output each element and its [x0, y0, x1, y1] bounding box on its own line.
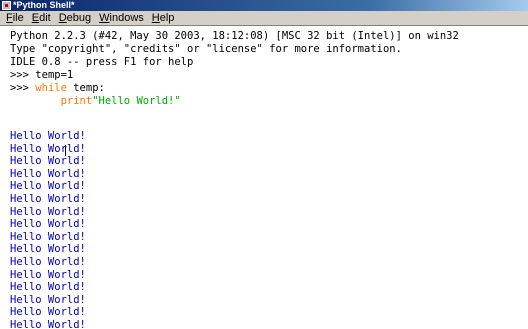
menu-edit[interactable]: Edit — [28, 11, 55, 25]
menu-file[interactable]: File — [0, 11, 28, 25]
output-line: Hello World! — [10, 180, 86, 193]
input-line-1: >>> temp=1 — [10, 69, 73, 82]
menu-debug-mnemonic: D — [58, 12, 67, 24]
menu-windows-rest: indows — [109, 12, 144, 24]
window-title: *Python Shell* — [13, 0, 75, 10]
output-line: Hello World! — [10, 281, 86, 294]
output-line: Hello World! — [10, 243, 86, 256]
menu-file-mnemonic: F — [6, 12, 13, 24]
keyword-while: while — [35, 82, 67, 94]
prompt: >>> — [10, 82, 36, 94]
menu-bar: File Edit Debug Windows Help — [0, 11, 528, 26]
output-line: Hello World! — [10, 130, 86, 142]
menu-edit-mnemonic: E — [31, 12, 40, 24]
output-line: Hello World! — [10, 230, 86, 243]
title-bar[interactable]: *Python Shell* — [0, 0, 528, 11]
output-line: Hello World! — [10, 167, 86, 180]
input-line-2: >>> while temp: — [10, 82, 105, 95]
menu-debug[interactable]: Debug — [55, 11, 95, 25]
banner-line-1: Python 2.2.3 (#42, May 30 2003, 18:12:08… — [10, 30, 459, 42]
keyword-print: print — [60, 95, 93, 107]
output-line: Hello World! — [10, 256, 86, 268]
string-literal: "Hello World!" — [92, 95, 181, 107]
output-line: Hello World! — [10, 306, 86, 319]
menu-windows-mnemonic: W — [99, 12, 110, 24]
menu-file-rest: ile — [12, 12, 24, 24]
banner-line-3: IDLE 0.8 -- press F1 for help — [10, 56, 194, 68]
code-while-cond: temp: — [66, 82, 105, 94]
output-line: Hello World! — [10, 218, 86, 231]
banner-line-2: Type "copyright", "credits" or "license"… — [10, 43, 402, 55]
menu-edit-rest: dit — [39, 12, 51, 24]
prompt: >>> — [10, 69, 36, 81]
input-line-3: print"Hello World!" — [10, 95, 181, 108]
output-line: Hello World! — [10, 193, 86, 205]
output-line: Hello World! — [10, 319, 86, 329]
menu-help-rest: elp — [159, 12, 175, 24]
shell-text-area[interactable]: Python 2.2.3 (#42, May 30 2003, 18:12:08… — [0, 26, 528, 329]
code-assign: temp=1 — [35, 69, 74, 81]
output-line: Hello World! — [10, 205, 86, 218]
menu-help-mnemonic: H — [151, 12, 160, 24]
output-line: Hello World! — [10, 268, 86, 281]
python-app-icon[interactable] — [2, 1, 11, 10]
output-line: Hello World! — [10, 142, 86, 155]
output-line: Hello World! — [10, 155, 86, 168]
output-line: Hello World! — [10, 293, 86, 306]
python-shell-window: *Python Shell* File Edit Debug Windows H… — [0, 0, 528, 329]
menu-help[interactable]: Help — [148, 11, 179, 25]
menu-debug-rest: ebug — [66, 12, 92, 24]
menu-windows[interactable]: Windows — [95, 11, 148, 25]
